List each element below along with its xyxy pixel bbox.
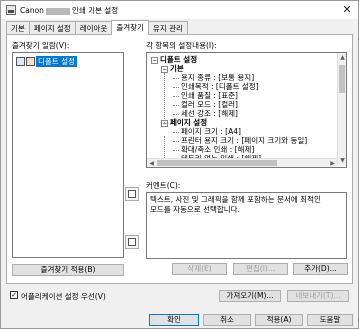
title-prefix: Canon — [20, 6, 44, 15]
favorites-panel: 즐겨찾기 일람(V): 디폴트 설정 각 항목의 설정내용(I): − 디폴트 설… — [6, 34, 353, 284]
tree-connector — [173, 149, 179, 151]
move-down-button[interactable] — [125, 235, 139, 249]
cancel-button[interactable]: 취소 — [203, 314, 251, 326]
settings-tree-content: − 디폴트 설정 − 기본 용지 종류 : [보통 용지] 인쇄목적 : [디폴트 설정]… — [147, 53, 346, 167]
title-bar: Canon 인쇄 기본 설정 ✕ — [1, 1, 358, 19]
scroll-thumb[interactable] — [339, 65, 345, 93]
tree-connector — [173, 140, 179, 142]
favorite-item-label: 디폴트 설정 — [36, 56, 77, 67]
tab-maintenance[interactable]: 유지 관리 — [147, 21, 188, 35]
tree-item-label: 세선 강조 : [해제] — [181, 109, 238, 118]
tree-item-label: 확대/축소 인쇄 : [해제] — [181, 145, 255, 154]
tree-item[interactable]: − 디폴트 설정 — [151, 55, 197, 64]
tab-bar: 기본 페이지 설정 레이아웃 즐겨찾기 유지 관리 — [6, 20, 188, 35]
tree-item[interactable]: 용지 종류 : [보통 용지] — [173, 73, 254, 82]
tree-connector — [173, 113, 179, 115]
tree-item-label: 프린터 용지 크기 : [페이지 크기와 동일] — [181, 136, 308, 145]
scroll-down-icon[interactable]: ▼ — [338, 156, 347, 165]
favorites-list[interactable]: 디폴트 설정 — [12, 52, 124, 258]
tab-page-setup[interactable]: 페이지 설정 — [28, 21, 76, 35]
comment-box: 텍스트, 사진 및 그래픽을 함께 포함하는 문서에 최적인 모드를 자동으로 … — [146, 192, 347, 259]
list-item[interactable]: 디폴트 설정 — [16, 56, 77, 67]
tree-connector — [173, 77, 179, 79]
scroll-thumb[interactable] — [157, 160, 277, 166]
tree-item[interactable]: − 페이지 설정 — [161, 118, 207, 127]
tree-connector — [173, 131, 179, 133]
apply-favorite-button[interactable]: 즐겨찾기 적용(B) — [12, 264, 124, 276]
tree-item-label: 디폴트 설정 — [160, 55, 198, 64]
ok-button[interactable]: 확인 — [149, 314, 199, 326]
tree-connector — [173, 104, 179, 106]
favorites-list-label: 즐겨찾기 일람(V): — [12, 41, 70, 50]
add-button[interactable]: 추가(D)... — [293, 263, 348, 275]
horizontal-scrollbar[interactable]: ◀ ▶ — [147, 158, 337, 167]
window-title: Canon 인쇄 기본 설정 — [20, 5, 118, 16]
settings-tree[interactable]: − 디폴트 설정 − 기본 용지 종류 : [보통 용지] 인쇄목적 : [디폴트 설정]… — [146, 52, 347, 168]
tree-item-label: 페이지 설정 — [170, 118, 208, 127]
tab-basic[interactable]: 기본 — [6, 21, 30, 35]
tree-item[interactable]: 프린터 용지 크기 : [페이지 크기와 동일] — [173, 136, 307, 145]
scroll-right-icon[interactable]: ▶ — [328, 159, 337, 168]
tab-favorites[interactable]: 즐겨찾기 — [111, 20, 149, 35]
title-suffix: 인쇄 기본 설정 — [71, 6, 119, 15]
app-setting-label: 어플리케이션 설정 우선(V) — [21, 292, 106, 301]
tree-item-label: 인쇄 품질 : [표준] — [181, 91, 238, 100]
favorite-document-icon — [26, 57, 35, 66]
tree-item-label: 기본 — [170, 64, 184, 73]
tree-connector — [173, 86, 179, 88]
app-setting-checkbox[interactable]: ✓ — [10, 291, 18, 299]
tree-item-label: 페이지 크기 : [A4] — [181, 127, 241, 136]
tree-item[interactable]: 확대/축소 인쇄 : [해제] — [173, 145, 254, 154]
export-button[interactable]: 내보내기(T)... — [287, 290, 349, 302]
scroll-up-icon[interactable]: ▲ — [338, 53, 347, 62]
close-button[interactable]: ✕ — [340, 3, 354, 17]
redacted-model-name — [45, 7, 70, 15]
tree-line — [164, 73, 165, 123]
edit-button[interactable]: 편집(I)... — [233, 263, 288, 275]
vertical-scrollbar[interactable]: ▲ ▼ — [337, 53, 346, 165]
move-up-icon — [128, 190, 136, 198]
help-button[interactable]: 도움말 — [307, 314, 353, 326]
apply-button[interactable]: 적용(A) — [255, 314, 303, 326]
tree-item-label: 인쇄목적 : [디폴트 설정] — [181, 82, 259, 91]
collapse-icon[interactable]: − — [161, 65, 168, 73]
tree-item[interactable]: − 기본 — [161, 64, 184, 73]
tree-item[interactable]: 인쇄목적 : [디폴트 설정] — [173, 82, 259, 91]
tree-item[interactable]: 페이지 크기 : [A4] — [173, 127, 241, 136]
move-down-icon — [128, 238, 136, 246]
dialog-window: Canon 인쇄 기본 설정 ✕ 기본 페이지 설정 레이아웃 즐겨찾기 유지 관… — [0, 0, 359, 329]
tree-item-label: 컬러 모드 : [컬러] — [181, 100, 238, 109]
tree-item[interactable]: 컬러 모드 : [컬러] — [173, 100, 238, 109]
favorite-settings-icon — [16, 57, 25, 66]
comment-label: 커멘트(C): — [146, 181, 181, 190]
settings-tree-label: 각 항목의 설정내용(I): — [146, 41, 217, 50]
tree-item-label: 용지 종류 : [보통 용지] — [181, 73, 255, 82]
tree-item[interactable]: 세선 강조 : [해제] — [173, 109, 238, 118]
tree-item[interactable]: 인쇄 품질 : [표준] — [173, 91, 238, 100]
tree-connector — [173, 95, 179, 97]
printer-icon — [6, 5, 16, 15]
tab-layout[interactable]: 레이아웃 — [74, 21, 113, 35]
move-up-button[interactable] — [125, 187, 139, 201]
scroll-left-icon[interactable]: ◀ — [147, 159, 156, 168]
import-button[interactable]: 가져오기(M)... — [219, 290, 281, 302]
collapse-icon[interactable]: − — [151, 56, 158, 64]
delete-button[interactable]: 삭제(E) — [172, 263, 227, 275]
